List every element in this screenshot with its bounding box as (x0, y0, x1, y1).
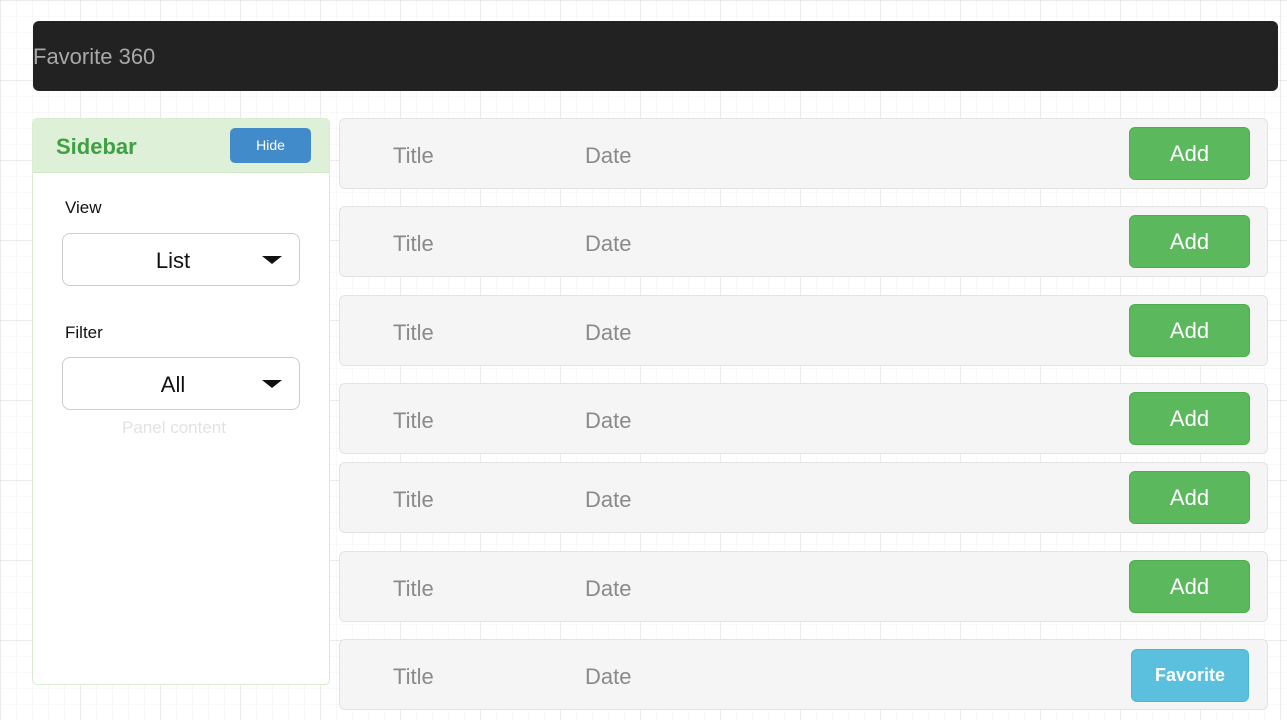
item-title: Title (393, 320, 434, 345)
top-navbar: Favorite 360 (33, 21, 1278, 91)
view-select-value: List (155, 248, 191, 273)
item-date: Date (585, 231, 632, 256)
item-title: Title (393, 576, 434, 601)
view-select[interactable]: List (62, 233, 300, 286)
hide-sidebar-button[interactable]: Hide (230, 128, 311, 163)
list-item: Title Date Add (339, 462, 1268, 533)
sidebar-heading: Sidebar Hide (33, 119, 329, 173)
list-item: Title Date Add (339, 118, 1268, 189)
item-date: Date (585, 408, 632, 433)
add-button[interactable]: Add (1129, 392, 1250, 445)
caret-down-icon (262, 256, 282, 264)
item-date: Date (585, 487, 632, 512)
view-label: View (65, 198, 102, 217)
item-title: Title (393, 487, 434, 512)
add-button[interactable]: Add (1129, 127, 1250, 180)
add-button[interactable]: Add (1129, 215, 1250, 268)
add-button[interactable]: Add (1129, 471, 1250, 524)
item-date: Date (585, 664, 632, 689)
list-item: Title Date Add (339, 383, 1268, 454)
list-item: Title Date Favorite (339, 639, 1268, 710)
app-brand[interactable]: Favorite 360 (33, 45, 155, 69)
item-title: Title (393, 143, 434, 168)
filter-select-value: All (160, 372, 186, 397)
item-title: Title (393, 664, 434, 689)
item-date: Date (585, 320, 632, 345)
filter-select[interactable]: All (62, 357, 300, 410)
item-date: Date (585, 143, 632, 168)
item-title: Title (393, 408, 434, 433)
add-button[interactable]: Add (1129, 560, 1250, 613)
list-item: Title Date Add (339, 295, 1268, 366)
caret-down-icon (262, 380, 282, 388)
list-item: Title Date Add (339, 206, 1268, 277)
sidebar-panel: Sidebar Hide View List Filter All Panel … (32, 118, 330, 685)
panel-content-placeholder: Panel content (122, 418, 226, 437)
sidebar-title: Sidebar (56, 134, 137, 159)
favorite-button[interactable]: Favorite (1131, 649, 1249, 702)
item-date: Date (585, 576, 632, 601)
list-item: Title Date Add (339, 551, 1268, 622)
add-button[interactable]: Add (1129, 304, 1250, 357)
item-title: Title (393, 231, 434, 256)
filter-label: Filter (65, 323, 103, 342)
